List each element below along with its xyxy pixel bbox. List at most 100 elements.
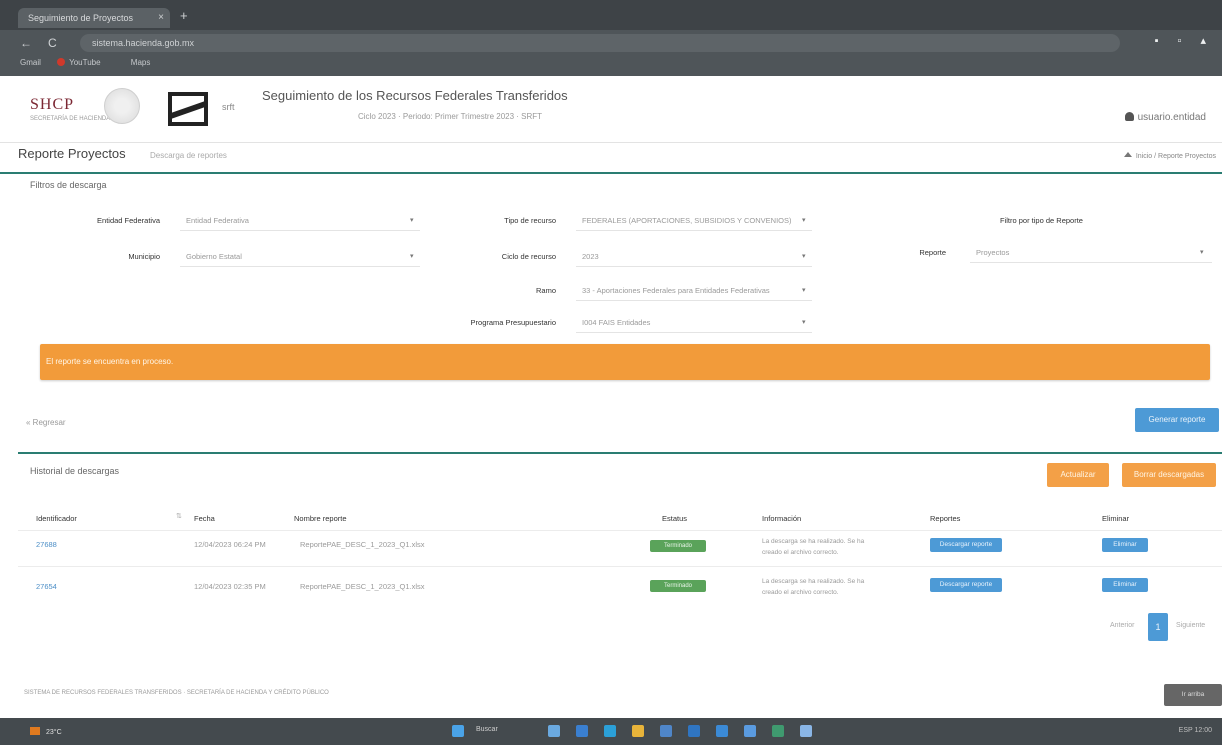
select-underline xyxy=(970,262,1212,263)
column-header-estatus[interactable]: Estatus xyxy=(662,514,687,523)
weather-widget[interactable]: 23°C xyxy=(30,727,62,736)
select-underline xyxy=(576,300,812,301)
ramo-select[interactable]: 33 - Aportaciones Federales para Entidad… xyxy=(582,286,798,295)
column-header-nombre[interactable]: Nombre reporte xyxy=(294,514,347,523)
filtro-tipo-label: Filtro por tipo de Reporte xyxy=(1000,216,1083,225)
ciclo-recurso-select[interactable]: 2023 xyxy=(582,252,599,261)
chevron-down-icon[interactable]: ▾ xyxy=(802,318,806,326)
browser-tab-title: Seguimiento de Proyectos xyxy=(28,13,134,23)
new-tab-icon[interactable]: + xyxy=(180,8,188,23)
history-title: Historial de descargas xyxy=(30,466,120,476)
chevron-down-icon[interactable]: ▾ xyxy=(410,216,414,224)
chevron-down-icon[interactable]: ▾ xyxy=(802,252,806,260)
weather-icon xyxy=(30,727,40,735)
row-identifier-link[interactable]: 27688 xyxy=(36,540,57,549)
generate-report-button[interactable]: Generar reporte xyxy=(1135,408,1219,432)
national-seal-icon xyxy=(104,88,140,124)
reporte-select[interactable]: Proyectos xyxy=(976,248,1009,257)
file-explorer-icon[interactable] xyxy=(632,725,644,737)
delete-row-button[interactable]: Eliminar xyxy=(1102,538,1148,552)
column-header-fecha[interactable]: Fecha xyxy=(194,514,215,523)
chevron-down-icon[interactable]: ▾ xyxy=(802,286,806,294)
select-underline xyxy=(180,266,420,267)
filters-panel: Entidad Federativa Entidad Federativa ▾ … xyxy=(0,196,1222,336)
app-icon[interactable] xyxy=(716,725,728,737)
user-menu[interactable]: usuario.entidad xyxy=(1124,112,1206,123)
table-header-divider xyxy=(18,530,1222,531)
tipo-recurso-select[interactable]: FEDERALES (APORTACIONES, SUBSIDIOS Y CON… xyxy=(582,216,798,225)
column-header-reportes[interactable]: Reportes xyxy=(930,514,960,523)
word-icon[interactable] xyxy=(688,725,700,737)
pagination-next[interactable]: Siguiente xyxy=(1176,622,1205,629)
page-title: Reporte Proyectos xyxy=(18,146,126,161)
column-header-eliminar[interactable]: Eliminar xyxy=(1102,514,1129,523)
browser-tab[interactable]: Seguimiento de Proyectos × xyxy=(18,8,170,28)
pagination-page-1[interactable]: 1 xyxy=(1148,613,1168,641)
delete-row-button[interactable]: Eliminar xyxy=(1102,578,1148,592)
browser-chrome: Seguimiento de Proyectos × + ← C sistema… xyxy=(0,0,1222,76)
programa-select[interactable]: I004 FAIS Entidades xyxy=(582,318,798,327)
select-underline xyxy=(576,332,812,333)
row-info-line2: creado el archivo correcto. xyxy=(762,549,839,556)
app-icon[interactable] xyxy=(800,725,812,737)
chevron-down-icon[interactable]: ▾ xyxy=(802,216,806,224)
download-report-button[interactable]: Descargar reporte xyxy=(930,538,1002,552)
os-taskbar: 23°C Buscar ESP 12:00 xyxy=(0,718,1222,745)
row-report-name: ReportePAE_DESC_1_2023_Q1.xlsx xyxy=(300,540,425,549)
shcp-logo-subtext: SECRETARÍA DE HACIENDA xyxy=(30,116,111,122)
bookmarks-bar: Gmail YouTube Maps xyxy=(20,58,164,67)
delete-downloaded-button[interactable]: Borrar descargadas xyxy=(1122,463,1216,487)
filters-title: Filtros de descarga xyxy=(30,180,107,190)
status-badge: Terminado xyxy=(650,540,706,552)
app-icon[interactable] xyxy=(744,725,756,737)
breadcrumb[interactable]: Inicio / Reporte Proyectos xyxy=(1123,152,1216,160)
close-icon[interactable]: × xyxy=(158,8,164,28)
row-report-name: ReportePAE_DESC_1_2023_Q1.xlsx xyxy=(300,582,425,591)
page-subtitle: Descarga de reportes xyxy=(150,151,227,160)
address-bar[interactable]: sistema.hacienda.gob.mx xyxy=(80,34,1120,52)
column-header-informacion[interactable]: Información xyxy=(762,514,801,523)
municipio-select[interactable]: Gobierno Estatal xyxy=(186,252,242,261)
youtube-icon xyxy=(57,58,66,66)
chevron-down-icon[interactable]: ▾ xyxy=(1200,248,1204,256)
status-badge: Terminado xyxy=(650,580,706,592)
download-report-button[interactable]: Descargar reporte xyxy=(930,578,1002,592)
status-alert: El reporte se encuentra en proceso. xyxy=(40,344,1210,380)
bookmark-item[interactable]: Maps xyxy=(131,58,151,67)
shcp-logo[interactable]: SHCP xyxy=(30,96,74,114)
table-row-divider xyxy=(18,566,1222,567)
window-controls[interactable]: ▪ ▫ ▴ xyxy=(1155,34,1214,47)
chevron-down-icon[interactable]: ▾ xyxy=(410,252,414,260)
row-date: 12/04/2023 02:35 PM xyxy=(194,582,266,591)
site-subtitle: Ciclo 2023 · Periodo: Primer Trimestre 2… xyxy=(358,112,543,121)
row-info: La descarga se ha realizado. Se ha xyxy=(762,578,865,585)
app-icon[interactable] xyxy=(772,725,784,737)
select-underline xyxy=(180,230,420,231)
edge-browser-icon[interactable] xyxy=(604,725,616,737)
entidad-label: Entidad Federativa xyxy=(97,216,160,225)
row-identifier-link[interactable]: 27654 xyxy=(36,582,57,591)
bookmark-item[interactable]: Gmail xyxy=(20,58,41,67)
store-icon[interactable] xyxy=(660,725,672,737)
taskbar-search[interactable]: Buscar xyxy=(476,726,498,733)
pagination-previous[interactable]: Anterior xyxy=(1110,622,1135,629)
home-icon xyxy=(1123,152,1132,157)
back-arrow-icon[interactable]: ← xyxy=(20,36,32,50)
windows-start-icon[interactable] xyxy=(452,725,464,737)
task-view-icon[interactable] xyxy=(548,725,560,737)
back-link[interactable]: « Regresar xyxy=(26,418,66,427)
reload-icon[interactable]: C xyxy=(48,36,57,50)
address-row: ← C sistema.hacienda.gob.mx xyxy=(0,30,1222,56)
ciclo-recurso-label: Ciclo de recurso xyxy=(501,252,556,261)
scroll-top-button[interactable]: Ir arriba xyxy=(1164,684,1222,706)
system-tray[interactable]: ESP 12:00 xyxy=(1179,727,1212,734)
sort-icon[interactable]: ⇅ xyxy=(176,512,182,520)
refresh-button[interactable]: Actualizar xyxy=(1047,463,1109,487)
entidad-select[interactable]: Entidad Federativa xyxy=(186,216,249,225)
ramo-label: Ramo xyxy=(535,286,556,295)
tipo-recurso-label: Tipo de recurso xyxy=(504,216,556,225)
app-icon[interactable] xyxy=(576,725,588,737)
user-name: usuario.entidad xyxy=(1137,112,1206,123)
column-header-identificador[interactable]: Identificador xyxy=(36,514,77,523)
bookmark-item[interactable]: YouTube xyxy=(57,58,114,67)
